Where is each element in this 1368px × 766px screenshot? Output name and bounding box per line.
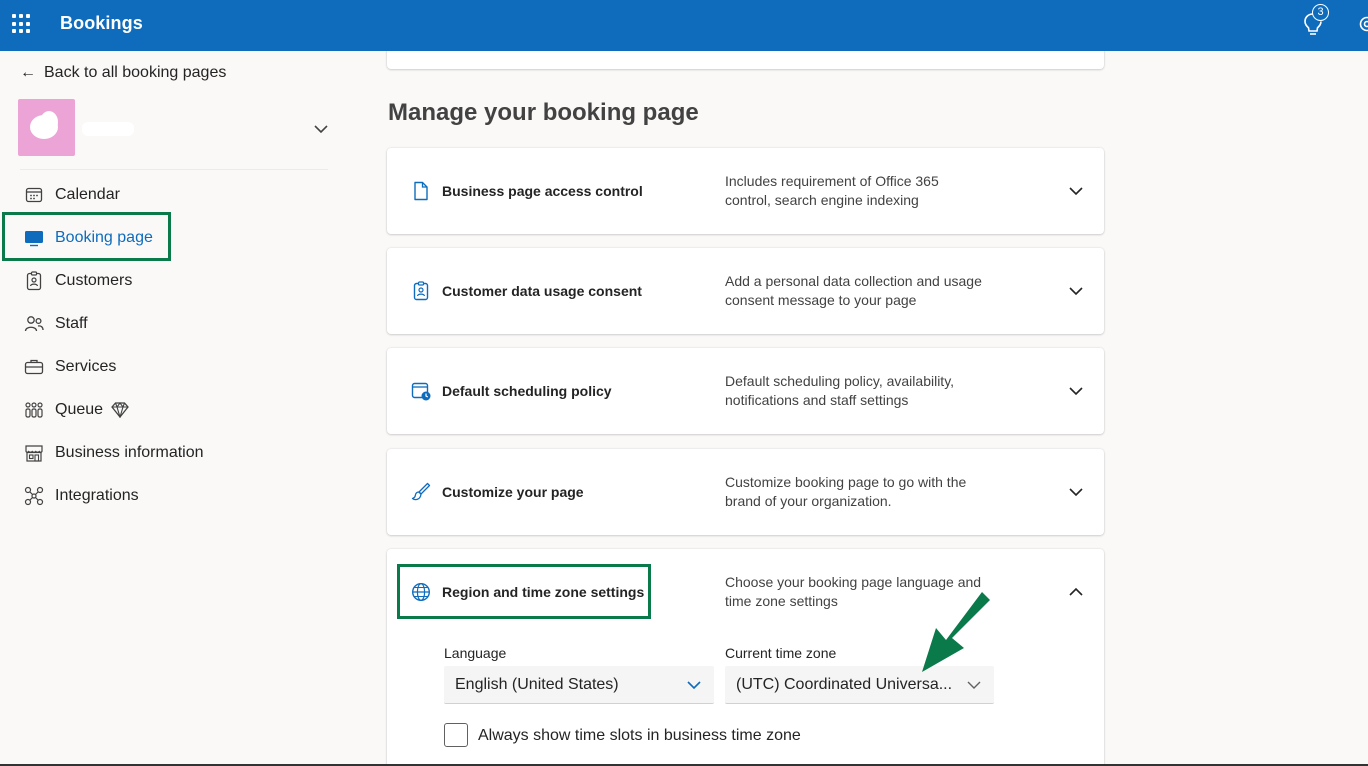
- tips-count-badge: 3: [1312, 4, 1329, 21]
- app-launcher-icon[interactable]: [10, 12, 34, 36]
- card-title: Default scheduling policy: [442, 383, 612, 399]
- gear-icon[interactable]: [1356, 13, 1368, 35]
- divider: [20, 169, 328, 170]
- sidebar-item-label: Services: [55, 357, 117, 375]
- app-title: Bookings: [60, 13, 143, 33]
- customers-icon: [24, 270, 44, 291]
- card-description: Customize booking page to go with the br…: [725, 474, 967, 509]
- top-bar: Bookings 3: [0, 0, 1368, 51]
- card-description: Includes requirement of Office 365 contr…: [725, 173, 939, 208]
- previous-card: [387, 51, 1104, 69]
- checkbox-label: Always show time slots in business time …: [478, 727, 801, 744]
- chevron-down-icon[interactable]: [1068, 484, 1084, 500]
- sidebar-item-staff[interactable]: Staff: [0, 302, 350, 345]
- sidebar-item-customers[interactable]: Customers: [0, 259, 350, 302]
- staff-icon: [24, 314, 44, 334]
- sidebar-item-integrations[interactable]: Integrations: [0, 474, 350, 517]
- card-title: Customize your page: [442, 484, 584, 500]
- sidebar-item-label: Integrations: [55, 486, 139, 504]
- sidebar-item-label: Business information: [55, 443, 204, 461]
- language-label: Language: [444, 645, 507, 661]
- document-icon: [414, 181, 428, 201]
- sidebar-item-queue[interactable]: Queue: [0, 388, 350, 431]
- sidebar-item-services[interactable]: Services: [0, 345, 350, 388]
- time-zone-label: Current time zone: [725, 645, 837, 661]
- language-dropdown[interactable]: English (United States): [444, 666, 714, 704]
- briefcase-icon: [24, 357, 44, 377]
- back-link-label: Back to all booking pages: [44, 64, 227, 81]
- language-selected-value: English (United States): [455, 676, 619, 693]
- card-title: Customer data usage consent: [442, 283, 642, 299]
- sidebar-item-label: Customers: [55, 271, 133, 289]
- business-time-zone-checkbox[interactable]: [444, 723, 468, 747]
- chevron-down-icon[interactable]: [312, 120, 330, 138]
- card-business-page-access-control[interactable]: Business page access control Includes re…: [387, 148, 1104, 234]
- paintbrush-icon: [411, 482, 431, 501]
- chevron-down-icon[interactable]: [1068, 383, 1084, 399]
- annotation-highlight-box: [2, 212, 171, 261]
- chevron-down-icon[interactable]: [1068, 183, 1084, 199]
- queue-icon: [24, 400, 44, 420]
- integrations-icon: [24, 486, 44, 506]
- card-customer-data-usage-consent[interactable]: Customer data usage consent Add a person…: [387, 248, 1104, 334]
- sidebar-item-label: Staff: [55, 314, 88, 332]
- sidebar-item-calendar[interactable]: Calendar: [0, 173, 350, 216]
- chevron-down-icon: [967, 681, 981, 689]
- card-description: Add a personal data collection and usage…: [725, 273, 982, 308]
- sidebar-item-label: Calendar: [55, 185, 120, 203]
- id-badge-icon: [413, 281, 429, 301]
- back-to-booking-pages-link[interactable]: ← Back to all booking pages: [20, 64, 226, 82]
- premium-diamond-icon: [111, 401, 129, 418]
- main-content: Manage your booking page Business page a…: [350, 51, 1368, 766]
- time-zone-selected-value: (UTC) Coordinated Universa...: [736, 676, 953, 693]
- card-customize-your-page[interactable]: Customize your page Customize booking pa…: [387, 449, 1104, 535]
- annotation-arrow-icon: [922, 592, 990, 672]
- chevron-up-icon[interactable]: [1068, 584, 1084, 600]
- business-avatar: [18, 99, 75, 156]
- card-default-scheduling-policy[interactable]: Default scheduling policy Default schedu…: [387, 348, 1104, 434]
- chevron-down-icon: [687, 681, 701, 690]
- sidebar-item-business-information[interactable]: Business information: [0, 431, 350, 474]
- sidebar-item-label: Queue: [55, 400, 104, 418]
- back-arrow-icon: ←: [20, 64, 36, 81]
- calendar-clock-icon: [411, 382, 431, 401]
- sidebar: ← Back to all booking pages Calendar Boo…: [0, 51, 350, 766]
- annotation-highlight-box: [397, 564, 651, 619]
- calendar-icon: [24, 185, 44, 205]
- storefront-icon: [24, 443, 44, 463]
- chevron-down-icon[interactable]: [1068, 283, 1084, 299]
- section-title: Manage your booking page: [388, 99, 699, 126]
- card-title: Business page access control: [442, 183, 643, 199]
- business-name-redacted: [82, 122, 134, 136]
- card-description: Default scheduling policy, availability,…: [725, 373, 955, 408]
